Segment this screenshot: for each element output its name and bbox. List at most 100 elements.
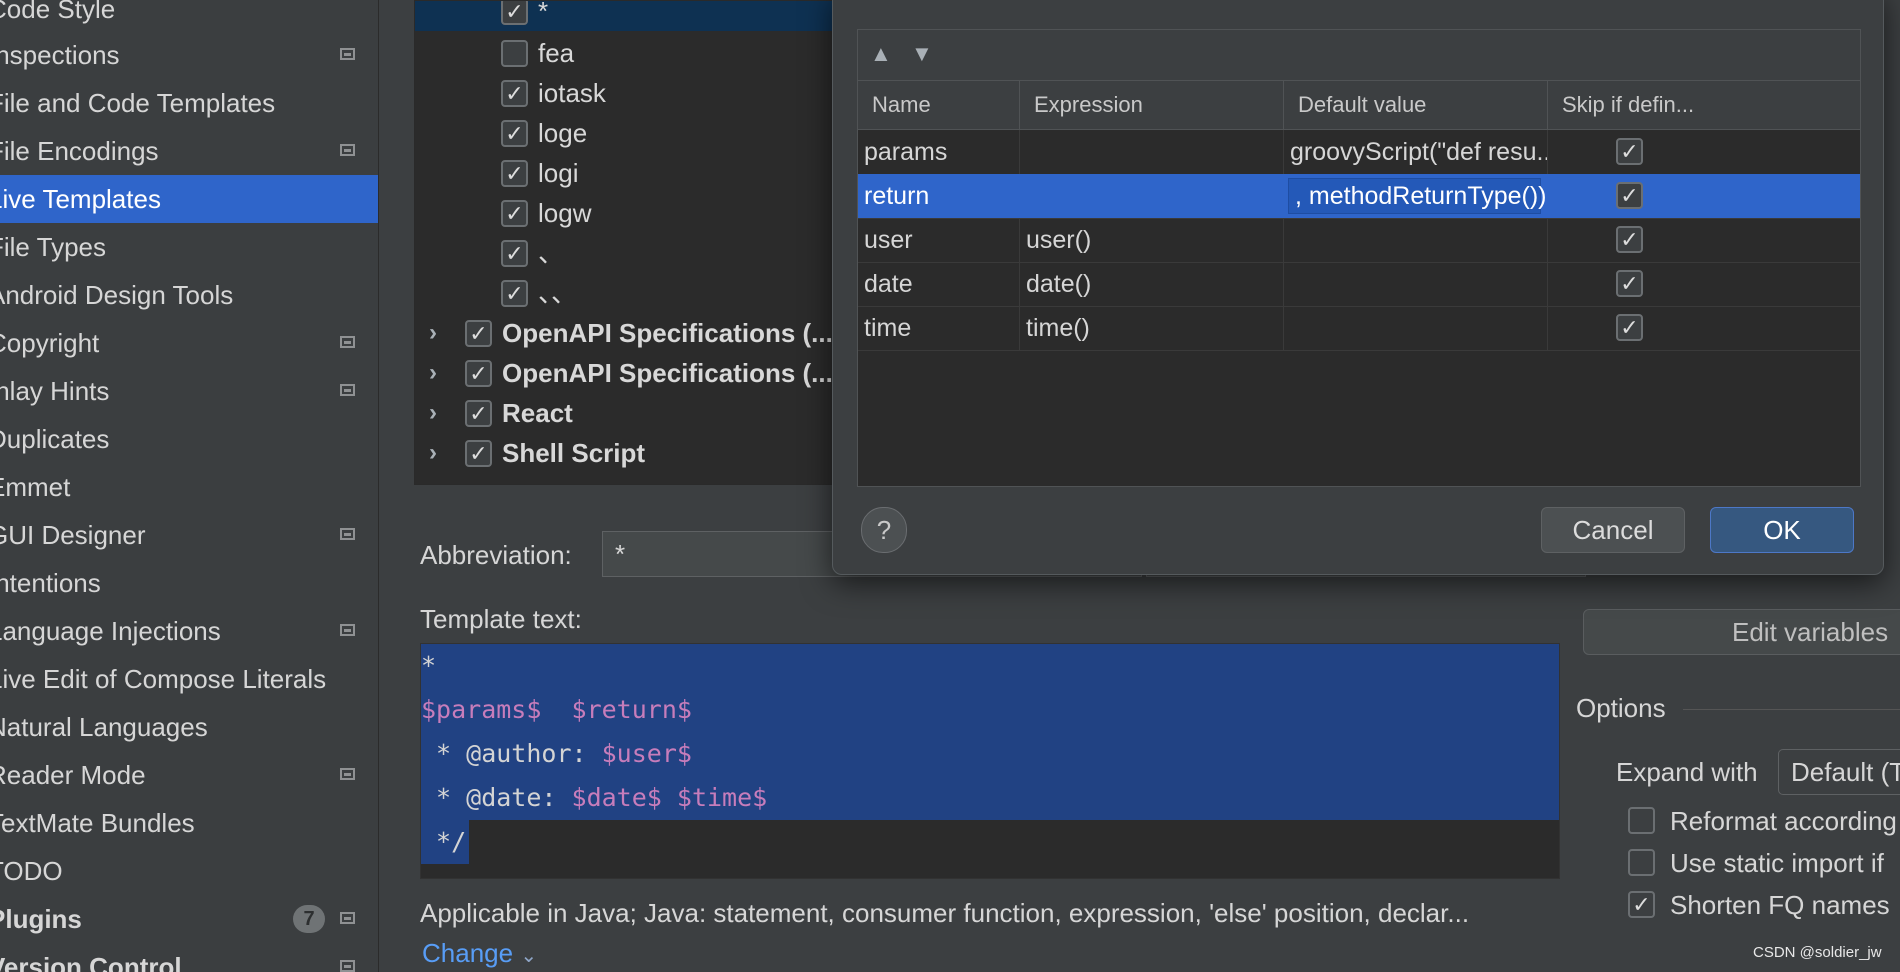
sidebar-item[interactable]: File Encodings [0, 127, 378, 175]
template-row[interactable]: ✓ logi [415, 153, 835, 193]
skip-if-defined-checkbox[interactable]: ✓ [1616, 314, 1643, 341]
variable-cell-default-value[interactable]: groovyScript("def resu... [1284, 130, 1548, 174]
variable-cell-skip[interactable]: ✓ [1548, 262, 1860, 306]
variable-cell-skip[interactable]: ✓ [1548, 306, 1860, 350]
template-row[interactable]: ✓、 [415, 233, 835, 273]
chevron-right-icon[interactable]: › [429, 433, 449, 473]
sidebar-item[interactable]: File and Code Templates [0, 79, 378, 127]
table-toolbar: ▲ ▼ [858, 30, 1860, 81]
variable-row[interactable]: params groovyScript("def resu... ✓ [858, 130, 1860, 175]
column-header-skip[interactable]: Skip if defin... [1548, 81, 1860, 129]
variable-cell-name[interactable]: user [858, 218, 1020, 262]
template-row[interactable]: ✓ 、、 [415, 273, 835, 313]
skip-if-defined-checkbox[interactable]: ✓ [1616, 226, 1643, 253]
variable-row[interactable]: time time() ✓ [858, 306, 1860, 351]
variable-cell-skip[interactable]: ✓ [1548, 174, 1860, 218]
sidebar-item[interactable]: Emmet [0, 463, 378, 511]
template-checkbox[interactable]: ✓ [501, 120, 528, 147]
variable-cell-expression[interactable]: user() [1020, 218, 1284, 262]
template-checkbox[interactable] [501, 40, 528, 67]
skip-if-defined-checkbox[interactable]: ✓ [1616, 182, 1643, 209]
sidebar-item[interactable]: Inlay Hints [0, 367, 378, 415]
sidebar-item[interactable]: Live Edit of Compose Literals [0, 655, 378, 703]
template-row[interactable]: ✓ loge [415, 113, 835, 153]
sidebar-item[interactable]: Duplicates [0, 415, 378, 463]
variable-cell-expression[interactable]: date() [1020, 262, 1284, 306]
template-checkbox[interactable]: ✓ [501, 280, 528, 307]
column-header-name[interactable]: Name [858, 81, 1020, 129]
skip-if-defined-checkbox[interactable]: ✓ [1616, 270, 1643, 297]
variable-cell-expression[interactable]: time() [1020, 306, 1284, 350]
variable-row[interactable]: return , methodReturnType()); ✓ [858, 174, 1860, 219]
variable-cell-default-value[interactable] [1284, 306, 1548, 350]
chevron-right-icon[interactable]: › [429, 313, 449, 353]
sidebar-item-label: Live Edit of Compose Literals [0, 664, 327, 694]
template-group-row[interactable]: › ✓ OpenAPI Specifications (... [415, 353, 835, 393]
variable-cell-name[interactable]: return [858, 174, 1020, 218]
edit-variables-button[interactable]: Edit variables [1583, 609, 1900, 655]
option-checkbox[interactable] [1628, 849, 1655, 876]
variable-cell-default-value[interactable] [1284, 218, 1548, 262]
template-row[interactable]: fea [415, 33, 835, 73]
sidebar-item[interactable]: Version Control [0, 943, 378, 972]
variable-cell-skip[interactable]: ✓ [1548, 130, 1860, 174]
sidebar-item[interactable]: Inspections [0, 31, 378, 79]
sidebar-item[interactable]: TextMate Bundles [0, 799, 378, 847]
skip-if-defined-checkbox[interactable]: ✓ [1616, 138, 1643, 165]
column-header-expression[interactable]: Expression [1020, 81, 1284, 129]
variable-row[interactable]: user user() ✓ [858, 218, 1860, 263]
chevron-right-icon[interactable]: › [429, 393, 449, 433]
ok-button[interactable]: OK [1710, 507, 1854, 553]
option-checkbox[interactable]: ✓ [1628, 891, 1655, 918]
template-group-row[interactable]: › ✓ React [415, 393, 835, 433]
option-checkbox[interactable] [1628, 807, 1655, 834]
move-up-icon[interactable]: ▲ [870, 41, 892, 67]
template-checkbox[interactable]: ✓ [465, 440, 492, 467]
sidebar-item-label: Natural Languages [0, 712, 208, 742]
move-down-icon[interactable]: ▼ [911, 41, 933, 67]
variable-cell-name[interactable]: params [858, 130, 1020, 174]
variable-cell-default-value[interactable] [1284, 262, 1548, 306]
sidebar-item[interactable]: Intentions [0, 559, 378, 607]
variable-cell-expression[interactable] [1020, 130, 1284, 174]
template-row[interactable]: ✓ * [415, 1, 835, 31]
template-text-editor[interactable]: * $params$ $return$ * @author: $user$ * @… [420, 643, 1560, 879]
variable-cell-default-value[interactable]: , methodReturnType()); [1284, 174, 1548, 218]
sidebar-item[interactable]: Language Injections [0, 607, 378, 655]
template-checkbox[interactable]: ✓ [501, 1, 528, 25]
template-group-row[interactable]: › ✓ OpenAPI Specifications (... [415, 313, 835, 353]
cancel-button[interactable]: Cancel [1541, 507, 1685, 553]
variable-cell-name[interactable]: date [858, 262, 1020, 306]
template-checkbox[interactable]: ✓ [501, 80, 528, 107]
sidebar-item[interactable]: Live Templates [0, 175, 378, 223]
sidebar-item[interactable]: GUI Designer [0, 511, 378, 559]
template-checkbox[interactable]: ✓ [501, 160, 528, 187]
help-button[interactable]: ? [861, 507, 907, 553]
variable-row[interactable]: date date() ✓ [858, 262, 1860, 307]
default-value-editor[interactable]: , methodReturnType()); [1288, 178, 1547, 214]
sidebar-item[interactable]: Copyright [0, 319, 378, 367]
column-header-default-value[interactable]: Default value [1284, 81, 1548, 129]
template-checkbox[interactable]: ✓ [501, 240, 528, 267]
sidebar-item[interactable]: Plugins 7 [0, 895, 378, 943]
template-group-row[interactable]: › ✓ Shell Script [415, 433, 835, 473]
template-checkbox[interactable]: ✓ [465, 320, 492, 347]
sidebar-item[interactable]: Natural Languages [0, 703, 378, 751]
sidebar-item[interactable]: Code Style [0, 0, 378, 33]
chevron-right-icon[interactable]: › [429, 353, 449, 393]
sidebar-item[interactable]: Reader Mode [0, 751, 378, 799]
template-checkbox[interactable]: ✓ [501, 200, 528, 227]
template-row[interactable]: ✓ logw [415, 193, 835, 233]
sidebar-item[interactable]: File Types [0, 223, 378, 271]
sidebar-item[interactable]: TODO [0, 847, 378, 895]
template-checkbox[interactable]: ✓ [465, 400, 492, 427]
sidebar-item[interactable]: Android Design Tools [0, 271, 378, 319]
template-row[interactable]: ✓ iotask [415, 73, 835, 113]
template-label: React [502, 398, 573, 428]
variable-cell-name[interactable]: time [858, 306, 1020, 350]
template-checkbox[interactable]: ✓ [465, 360, 492, 387]
variable-cell-expression[interactable] [1020, 174, 1284, 218]
variable-cell-skip[interactable]: ✓ [1548, 218, 1860, 262]
change-contexts-link[interactable]: Change ⌄ [422, 938, 537, 969]
expand-with-select[interactable]: Default (T [1778, 749, 1900, 795]
